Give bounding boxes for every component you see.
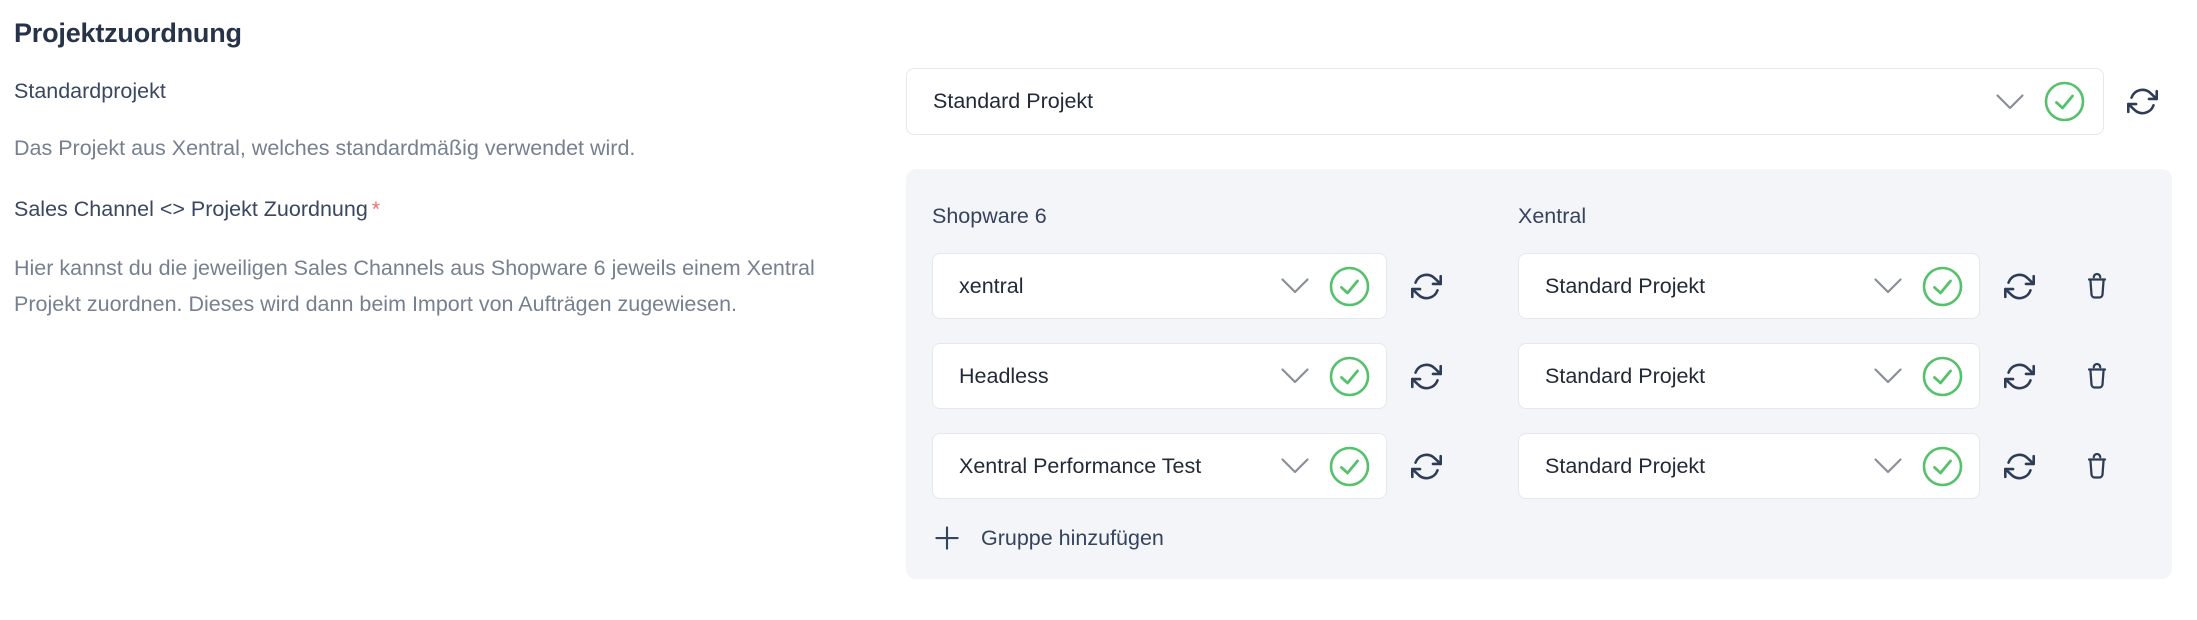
project-sync-button[interactable] [2003,270,2035,302]
standardprojekt-description: Das Projekt aus Xentral, welches standar… [14,130,884,166]
check-circle-icon [1329,446,1370,487]
standardprojekt-label: Standardprojekt [14,78,906,104]
column-header-xentral: Xentral [1518,203,1586,229]
project-select[interactable]: Standard Projekt [1518,253,1980,319]
sales-channel-mapping-panel: Shopware 6 Xentral xentral [906,169,2172,579]
add-group-button-label: Gruppe hinzufügen [981,526,1164,551]
project-select[interactable]: Standard Projekt [1518,433,1980,499]
controls-column: Standard Projekt Shopware 6 Xentral [906,17,2172,579]
chevron-down-icon [1280,457,1310,475]
sync-icon [2127,86,2158,117]
mapping-row: Headless Standard Projekt [932,343,2146,409]
chevron-down-icon [1873,367,1903,385]
check-circle-icon [1922,356,1963,397]
add-group-button[interactable]: Gruppe hinzufügen [932,523,1164,553]
standardprojekt-sync-button[interactable] [2126,86,2158,118]
sync-icon [1411,361,1442,392]
check-circle-icon [1922,446,1963,487]
sales-channel-select-value: Xentral Performance Test [959,454,1280,479]
check-circle-icon [1329,356,1370,397]
delete-row-button[interactable] [2081,450,2113,482]
chevron-down-icon [1995,93,2025,111]
sales-channel-select-value: xentral [959,274,1280,299]
check-circle-icon [2044,81,2085,122]
standardprojekt-select[interactable]: Standard Projekt [906,68,2104,135]
trash-icon [2082,360,2112,393]
labels-column: Projektzuordnung Standardprojekt Das Pro… [14,17,906,579]
check-circle-icon [1329,266,1370,307]
chevron-down-icon [1280,277,1310,295]
sales-channel-select-value: Headless [959,364,1280,389]
sales-channel-sync-button[interactable] [1410,450,1442,482]
sales-channel-select[interactable]: Headless [932,343,1387,409]
trash-icon [2082,450,2112,483]
mapping-row: Xentral Performance Test Standard Projek… [932,433,2146,499]
sync-icon [2004,271,2035,302]
delete-row-button[interactable] [2081,270,2113,302]
mapping-row: xentral Standard Projekt [932,253,2146,319]
chevron-down-icon [1873,277,1903,295]
project-select-value: Standard Projekt [1545,454,1873,479]
standardprojekt-field-row: Standard Projekt [906,68,2172,135]
sales-channel-mapping-label: Sales Channel <> Projekt Zuordnung* [14,196,906,222]
page-title: Projektzuordnung [14,17,906,49]
required-asterisk: * [372,197,380,221]
trash-icon [2082,270,2112,303]
sync-icon [1411,271,1442,302]
check-circle-icon [1922,266,1963,307]
standardprojekt-select-value: Standard Projekt [933,89,1995,114]
mapping-column-headers: Shopware 6 Xentral [932,203,2146,229]
sales-channel-mapping-label-text: Sales Channel <> Projekt Zuordnung [14,197,368,221]
project-select-value: Standard Projekt [1545,364,1873,389]
project-sync-button[interactable] [2003,360,2035,392]
project-select-value: Standard Projekt [1545,274,1873,299]
column-header-shopware: Shopware 6 [932,203,1518,229]
sales-channel-sync-button[interactable] [1410,270,1442,302]
delete-row-button[interactable] [2081,360,2113,392]
chevron-down-icon [1280,367,1310,385]
sync-icon [2004,361,2035,392]
sales-channel-mapping-description: Hier kannst du die jeweiligen Sales Chan… [14,250,884,322]
chevron-down-icon [1873,457,1903,475]
sync-icon [2004,451,2035,482]
project-select[interactable]: Standard Projekt [1518,343,1980,409]
sales-channel-sync-button[interactable] [1410,360,1442,392]
project-sync-button[interactable] [2003,450,2035,482]
sync-icon [1411,451,1442,482]
sales-channel-select[interactable]: Xentral Performance Test [932,433,1387,499]
sales-channel-select[interactable]: xentral [932,253,1387,319]
plus-icon [932,523,962,553]
projekt-settings-section: Projektzuordnung Standardprojekt Das Pro… [0,0,2197,579]
